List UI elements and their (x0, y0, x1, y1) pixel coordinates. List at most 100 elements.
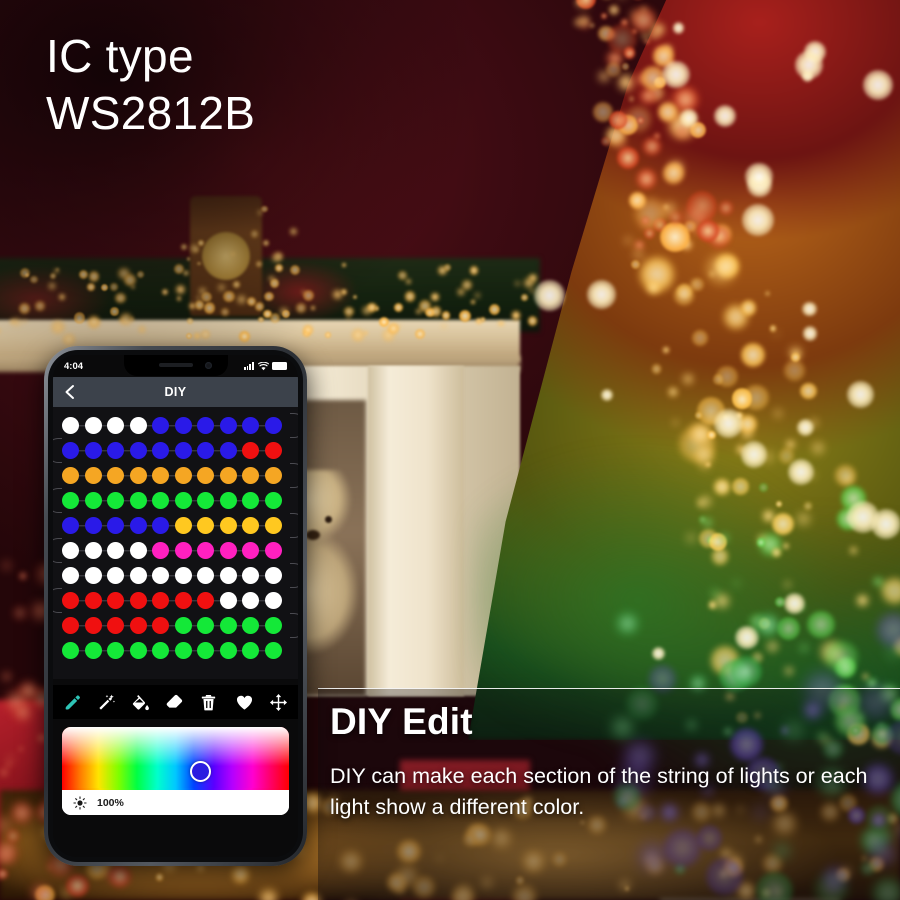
led-row[interactable] (62, 563, 298, 588)
led-dot[interactable] (174, 642, 192, 659)
magic-wand-icon[interactable] (97, 693, 116, 712)
led-row[interactable] (53, 438, 290, 463)
brush-icon[interactable] (63, 693, 82, 712)
led-dot[interactable] (264, 467, 282, 484)
led-dot[interactable] (219, 542, 237, 559)
led-dot[interactable] (152, 417, 169, 434)
led-dot[interactable] (62, 592, 79, 609)
led-dot[interactable] (197, 567, 214, 584)
led-dot[interactable] (219, 592, 237, 609)
led-dot[interactable] (174, 417, 192, 434)
led-dot[interactable] (197, 517, 214, 534)
led-dot[interactable] (219, 567, 237, 584)
led-dot[interactable] (264, 492, 282, 509)
led-dot[interactable] (84, 567, 102, 584)
led-dot[interactable] (107, 492, 124, 509)
led-dot[interactable] (152, 642, 169, 659)
led-dot[interactable] (242, 542, 259, 559)
led-dot[interactable] (84, 492, 102, 509)
led-dot[interactable] (197, 617, 214, 634)
led-dot[interactable] (62, 617, 79, 634)
led-dot[interactable] (219, 517, 237, 534)
led-dot[interactable] (219, 467, 237, 484)
led-dot[interactable] (174, 542, 192, 559)
led-dot[interactable] (107, 467, 124, 484)
led-dot[interactable] (129, 592, 147, 609)
led-row[interactable] (62, 513, 298, 538)
paint-bucket-icon[interactable] (131, 693, 150, 712)
led-dot[interactable] (242, 617, 259, 634)
led-dot[interactable] (129, 442, 147, 459)
led-dot[interactable] (242, 642, 259, 659)
led-dot[interactable] (107, 617, 124, 634)
led-dot[interactable] (107, 642, 124, 659)
led-dot[interactable] (84, 592, 102, 609)
led-dot[interactable] (84, 517, 102, 534)
led-dot[interactable] (129, 567, 147, 584)
led-dot[interactable] (152, 467, 169, 484)
led-dot[interactable] (174, 467, 192, 484)
led-dot[interactable] (264, 642, 282, 659)
led-dot[interactable] (264, 617, 282, 634)
led-dot[interactable] (152, 492, 169, 509)
led-dot[interactable] (242, 592, 259, 609)
led-dot[interactable] (129, 617, 147, 634)
led-row[interactable] (53, 538, 290, 563)
led-dot[interactable] (129, 417, 147, 434)
led-dot[interactable] (84, 542, 102, 559)
led-dot[interactable] (129, 467, 147, 484)
led-dot[interactable] (62, 467, 79, 484)
led-dot[interactable] (129, 492, 147, 509)
led-grid[interactable] (53, 413, 298, 663)
led-dot[interactable] (197, 442, 214, 459)
led-row[interactable] (53, 488, 290, 513)
led-row[interactable] (62, 463, 298, 488)
led-dot[interactable] (264, 542, 282, 559)
led-dot[interactable] (242, 417, 259, 434)
color-gradient-field[interactable] (62, 727, 289, 790)
led-dot[interactable] (219, 442, 237, 459)
led-dot[interactable] (152, 517, 169, 534)
led-dot[interactable] (107, 417, 124, 434)
led-dot[interactable] (197, 642, 214, 659)
led-dot[interactable] (62, 492, 79, 509)
led-dot[interactable] (242, 442, 259, 459)
brightness-row[interactable]: 100% (62, 790, 289, 815)
led-dot[interactable] (107, 567, 124, 584)
led-dot[interactable] (107, 442, 124, 459)
led-dot[interactable] (84, 417, 102, 434)
eraser-icon[interactable] (165, 693, 184, 712)
led-dot[interactable] (242, 467, 259, 484)
led-row[interactable] (53, 588, 290, 613)
led-dot[interactable] (62, 567, 79, 584)
led-dot[interactable] (174, 567, 192, 584)
color-picker-card[interactable]: 100% (62, 727, 289, 815)
led-dot[interactable] (84, 467, 102, 484)
led-dot[interactable] (174, 442, 192, 459)
led-dot[interactable] (129, 642, 147, 659)
led-dot[interactable] (219, 642, 237, 659)
led-dot[interactable] (152, 592, 169, 609)
led-dot[interactable] (107, 542, 124, 559)
led-dot[interactable] (62, 517, 79, 534)
led-dot[interactable] (107, 517, 124, 534)
heart-icon[interactable] (235, 693, 254, 712)
led-dot[interactable] (197, 492, 214, 509)
led-canvas[interactable] (53, 407, 298, 679)
led-dot[interactable] (219, 492, 237, 509)
led-dot[interactable] (152, 567, 169, 584)
led-dot[interactable] (152, 542, 169, 559)
led-dot[interactable] (264, 417, 282, 434)
led-dot[interactable] (84, 617, 102, 634)
led-dot[interactable] (264, 567, 282, 584)
led-dot[interactable] (197, 467, 214, 484)
trash-icon[interactable] (199, 693, 218, 712)
led-dot[interactable] (152, 617, 169, 634)
led-row[interactable] (62, 413, 298, 438)
led-dot[interactable] (152, 442, 169, 459)
led-row[interactable] (62, 613, 298, 638)
led-dot[interactable] (197, 417, 214, 434)
color-selector-handle[interactable] (190, 761, 211, 782)
led-dot[interactable] (62, 442, 79, 459)
led-dot[interactable] (242, 517, 259, 534)
